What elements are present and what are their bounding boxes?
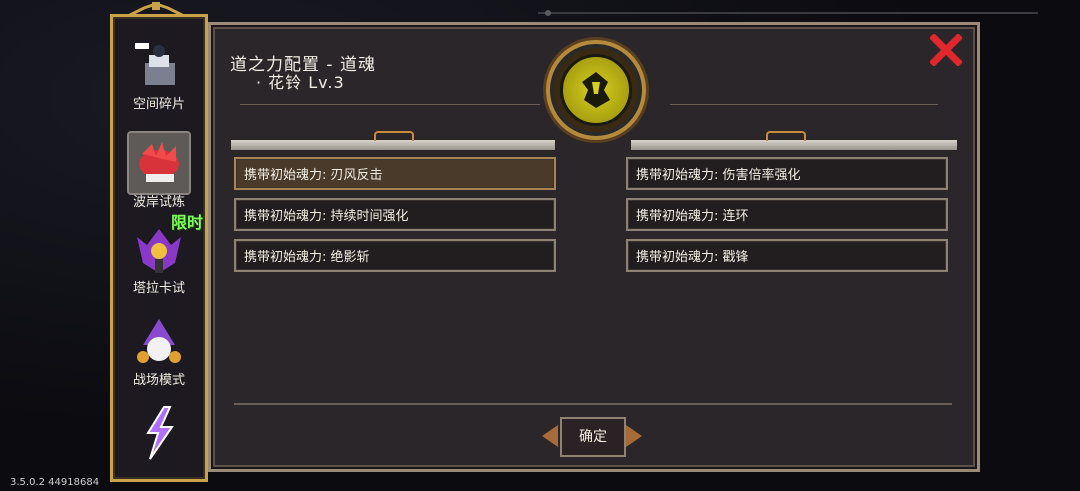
soul-option-left-1[interactable]: 携带初始魂力: 刃风反击	[234, 157, 556, 190]
soul-option-right-1[interactable]: 携带初始魂力: 伤害倍率强化	[626, 157, 948, 190]
soul-option-left-2[interactable]: 携带初始魂力: 持续时间强化	[234, 198, 556, 231]
title-divider-right	[670, 104, 938, 105]
soul-option-right-2[interactable]: 携带初始魂力: 连环	[626, 198, 948, 231]
sidebar-item-label: 战场模式	[132, 373, 185, 388]
version-label: 3.5.0.2 44918684	[10, 477, 100, 488]
rail-hook	[374, 131, 414, 141]
bottom-divider	[234, 403, 952, 405]
sidebar-item-shore-trial[interactable]: 波岸试炼	[121, 127, 197, 211]
sidebar-item-tarak-trial[interactable]: 限时 塔拉卡试	[121, 213, 203, 301]
panel-top-ornament	[538, 10, 1038, 16]
rail-hook	[766, 131, 806, 141]
confirm-button[interactable]: 确定	[560, 417, 626, 457]
dialog-subtitle: · 花铃 Lv.3	[256, 73, 345, 92]
mode-sidebar: 空间碎片 波岸试炼 限时 塔拉卡试 战场模式	[110, 14, 208, 482]
confirm-button-group: 确定	[540, 415, 644, 457]
limited-time-badge: 限时	[170, 213, 203, 232]
close-button[interactable]	[929, 33, 963, 67]
sidebar-item-battlefield[interactable]: 战场模式	[121, 309, 197, 393]
sidebar-item-space-fragment[interactable]: 空间碎片	[121, 33, 197, 117]
title-divider-left	[240, 104, 540, 105]
soul-option-right-3[interactable]: 携带初始魂力: 戳锋	[626, 239, 948, 272]
space-fragment-icon	[129, 37, 189, 97]
sidebar-item-lightning[interactable]	[121, 399, 197, 483]
close-icon	[929, 33, 963, 67]
lightning-icon	[129, 403, 189, 463]
left-arrow-icon	[542, 425, 558, 447]
sidebar-item-label: 塔拉卡试	[132, 281, 185, 296]
shore-trial-icon	[127, 131, 191, 195]
soul-emblem-icon	[546, 40, 646, 140]
battlefield-icon	[129, 313, 189, 373]
sidebar-item-label: 空间碎片	[132, 97, 185, 112]
soul-option-left-3[interactable]: 携带初始魂力: 绝影斩	[234, 239, 556, 272]
right-arrow-icon	[626, 425, 642, 447]
